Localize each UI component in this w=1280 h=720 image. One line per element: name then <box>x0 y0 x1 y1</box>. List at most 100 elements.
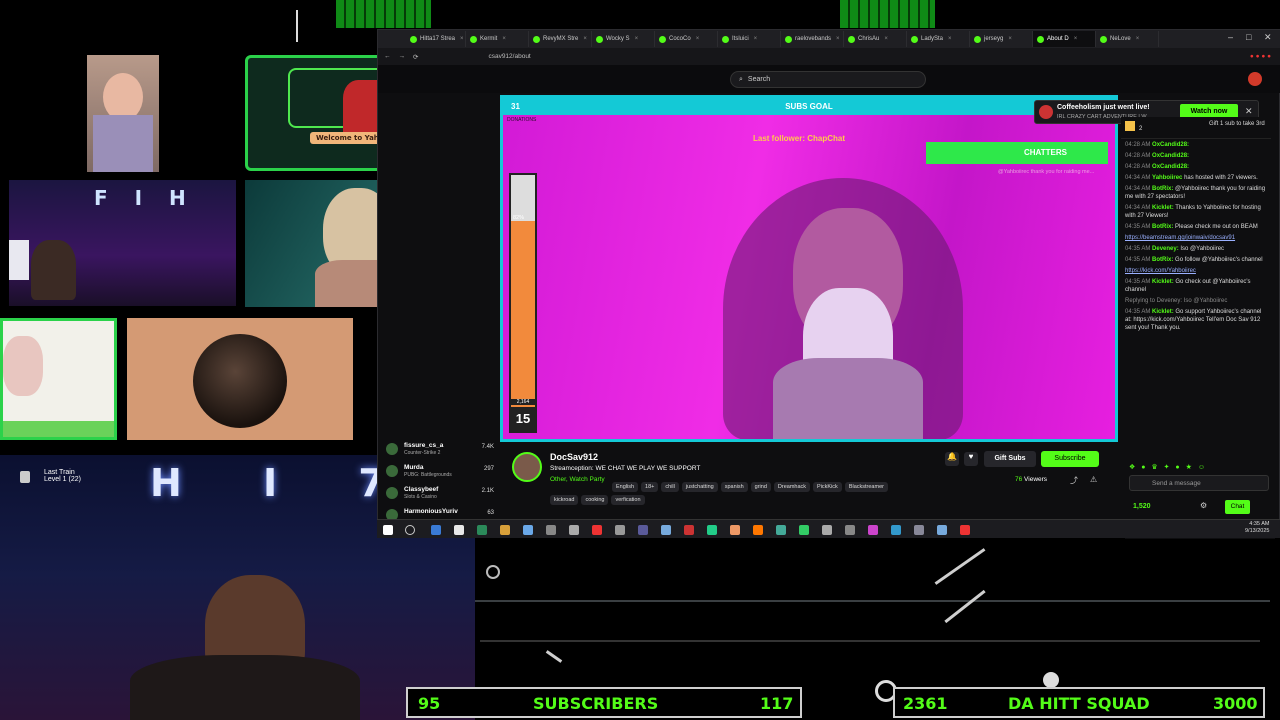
browser-tab[interactable]: raelovebands × <box>781 31 844 47</box>
taskbar-app-icon[interactable] <box>477 525 487 535</box>
minimize-button[interactable]: – <box>1228 32 1233 42</box>
chat-username[interactable]: Kicklet: <box>1152 309 1174 315</box>
heart-icon[interactable]: ♥ <box>964 452 978 466</box>
sidebar-channel[interactable]: fissure_cs_a Counter-Strike 2 7.4K <box>386 440 494 460</box>
taskbar-app-icon[interactable] <box>638 525 648 535</box>
close-tab-icon[interactable]: × <box>583 36 587 42</box>
taskbar-app-icon[interactable] <box>431 525 441 535</box>
chat-link[interactable]: https://kick.com/Yahboiirec <box>1125 267 1267 275</box>
chat-username[interactable]: BotRix: <box>1152 257 1173 263</box>
stream-tag[interactable]: grind <box>750 482 771 492</box>
close-icon[interactable]: ✕ <box>1245 106 1253 117</box>
taskbar-app-icon[interactable] <box>891 525 901 535</box>
stream-tag[interactable]: cooking <box>581 495 609 505</box>
streamer-avatar[interactable] <box>512 452 542 482</box>
sidebar-channel[interactable]: Classybeef Slots & Casino 2.1K <box>386 484 494 504</box>
taskbar-app-icon[interactable] <box>707 525 717 535</box>
channel-points[interactable]: 1,520 <box>1133 503 1151 510</box>
profile-avatar[interactable] <box>1248 72 1262 86</box>
report-icon[interactable]: ⚠ <box>1090 475 1097 484</box>
address-bar[interactable]: ← → ⟳ csav912/about ● ● ● ● <box>378 48 1280 65</box>
taskbar-app-icon[interactable] <box>799 525 809 535</box>
taskbar-app-icon[interactable] <box>500 525 510 535</box>
chat-username[interactable]: BotRix: <box>1152 186 1173 192</box>
bell-icon[interactable]: 🔔 <box>945 452 959 466</box>
close-tab-icon[interactable]: × <box>884 36 888 42</box>
url-text[interactable]: csav912/about <box>488 53 530 60</box>
browser-tab[interactable]: Itsluici × <box>718 31 781 47</box>
browser-tab[interactable]: Wocky S × <box>592 31 655 47</box>
back-icon[interactable]: ← <box>384 53 391 60</box>
chat-username[interactable]: Deveney: <box>1152 246 1179 252</box>
close-window-button[interactable]: ✕ <box>1264 32 1272 43</box>
taskbar-app-icon[interactable] <box>822 525 832 535</box>
taskbar-app-icon[interactable] <box>937 525 947 535</box>
close-tab-icon[interactable]: × <box>502 36 506 42</box>
close-tab-icon[interactable]: × <box>754 36 758 42</box>
close-tab-icon[interactable]: × <box>1136 36 1140 42</box>
browser-tab[interactable]: LadySta × <box>907 31 970 47</box>
taskbar-app-icon[interactable] <box>546 525 556 535</box>
stream-tag[interactable]: Blackstreamer <box>844 482 888 492</box>
maximize-button[interactable]: □ <box>1246 32 1251 42</box>
gear-icon[interactable]: ⚙ <box>1200 501 1207 510</box>
chat-username[interactable]: Yahboiirec <box>1152 175 1182 181</box>
reload-icon[interactable]: ⟳ <box>413 53 418 61</box>
chat-username[interactable]: OxCandid28: <box>1152 153 1189 159</box>
close-tab-icon[interactable]: × <box>635 36 639 42</box>
taskbar-app-icon[interactable] <box>661 525 671 535</box>
close-tab-icon[interactable]: × <box>460 36 464 42</box>
browser-tab[interactable]: Kermit × <box>466 31 529 47</box>
browser-tab[interactable]: jerseyg × <box>970 31 1033 47</box>
taskbar-app-icon[interactable] <box>868 525 878 535</box>
subscribe-button[interactable]: Subscribe <box>1041 451 1099 467</box>
close-tab-icon[interactable]: × <box>1008 36 1012 42</box>
taskbar-app-icon[interactable] <box>914 525 924 535</box>
forward-icon[interactable]: → <box>399 53 406 60</box>
chat-send-button[interactable]: Chat <box>1225 500 1250 514</box>
stream-tag[interactable]: kickroad <box>550 495 579 505</box>
browser-tab[interactable]: Hitta17 Strea × <box>406 31 466 47</box>
taskbar-app-icon[interactable] <box>960 525 970 535</box>
taskbar-app-icon[interactable] <box>753 525 763 535</box>
browser-tab[interactable]: About D × <box>1033 31 1096 47</box>
browser-tab[interactable]: NeLove × <box>1096 31 1159 47</box>
stream-tag[interactable]: verfication <box>611 495 645 505</box>
taskbar-app-icon[interactable] <box>615 525 625 535</box>
taskbar-app-icon[interactable] <box>684 525 694 535</box>
chat-username[interactable]: OxCandid28: <box>1152 164 1189 170</box>
taskbar-app-icon[interactable] <box>523 525 533 535</box>
chat-username[interactable]: Kicklet: <box>1152 205 1174 211</box>
taskbar-app-icon[interactable] <box>845 525 855 535</box>
close-tab-icon[interactable]: × <box>1074 36 1078 42</box>
chat-input[interactable]: Send a message <box>1129 475 1269 491</box>
taskbar-app-icon[interactable] <box>569 525 579 535</box>
windows-start-icon[interactable] <box>383 525 393 535</box>
share-icon[interactable]: ⤴ <box>1070 475 1078 486</box>
streamer-name[interactable]: DocSav912 <box>550 452 598 462</box>
browser-tab[interactable]: CocoCo × <box>655 31 718 47</box>
browser-tab[interactable]: ChrisAu × <box>844 31 907 47</box>
taskbar-clock[interactable]: 4:35 AM 9/13/2025 <box>1245 521 1269 535</box>
stream-category[interactable]: Other, Watch Party <box>550 476 605 483</box>
stream-tag[interactable]: chill <box>661 482 679 492</box>
stream-tag[interactable]: PickKick <box>813 482 842 492</box>
video-player[interactable]: 31 SUBS GOAL DONATIONS Last follower: Ch… <box>500 95 1118 442</box>
extension-icons[interactable]: ● ● ● ● <box>1250 53 1271 60</box>
sidebar-channel[interactable]: Murda PUBG: Battlegrounds 297 <box>386 462 494 482</box>
close-tab-icon[interactable]: × <box>836 36 840 42</box>
taskbar-app-icon[interactable] <box>776 525 786 535</box>
gift-subs-button[interactable]: Gift Subs <box>984 451 1036 467</box>
stream-tag[interactable]: Dreamhack <box>773 482 811 492</box>
chat-username[interactable]: BotRix: <box>1152 224 1173 230</box>
close-tab-icon[interactable]: × <box>948 36 952 42</box>
taskbar-app-icon[interactable] <box>592 525 602 535</box>
browser-tab[interactable]: RevyMX Stre × <box>529 31 592 47</box>
emote-bar[interactable]: ❖ ● ♛ ✦ ● ★ ☺ <box>1129 463 1207 471</box>
taskbar-app-icon[interactable] <box>454 525 464 535</box>
close-tab-icon[interactable]: × <box>696 36 700 42</box>
stream-tag[interactable]: spanish <box>720 482 748 492</box>
chat-username[interactable]: OxCandid28: <box>1152 142 1189 148</box>
search-icon[interactable] <box>405 525 415 535</box>
taskbar-app-icon[interactable] <box>730 525 740 535</box>
